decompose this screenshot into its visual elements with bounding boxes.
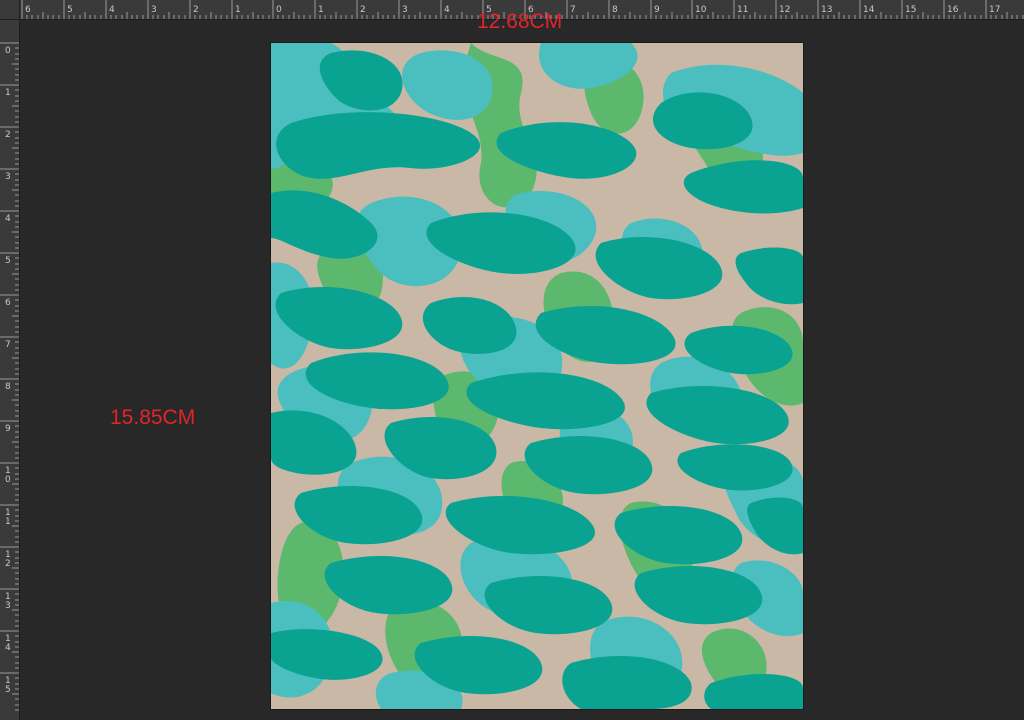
height-dimension-label: 15.85CM: [110, 406, 196, 429]
photoshop-workspace: 6 5 4 3 2 1 0 1 2 3 4 5 6 7 8 9 10 11 12 13 14 15 16 17 0123456…: [0, 0, 1024, 720]
ruler-label: 4: [5, 643, 11, 653]
ruler-label: 1: [318, 5, 324, 15]
ruler-label: 12: [779, 5, 790, 15]
ruler-label: 2: [193, 5, 199, 15]
ruler-label: 6: [5, 298, 11, 308]
ruler-label: 16: [947, 5, 959, 15]
ruler-label: 0: [5, 475, 11, 485]
ruler-label: 5: [67, 5, 73, 15]
ruler-label: 4: [5, 214, 11, 224]
vertical-ruler[interactable]: 0123456789101112131415: [0, 20, 20, 720]
ruler-label: 7: [570, 5, 576, 15]
ruler-label: 0: [5, 46, 11, 56]
vertical-ruler-scale: 0123456789101112131415: [0, 42, 19, 711]
ruler-label: 5: [5, 256, 11, 266]
ruler-label: 5: [5, 685, 11, 695]
camouflage-pattern: [271, 43, 803, 709]
ruler-label: 3: [5, 172, 11, 182]
ruler-label: 9: [654, 5, 660, 15]
ruler-label: 7: [5, 340, 11, 350]
ruler-label: 2: [360, 5, 366, 15]
ruler-label: 14: [863, 5, 875, 15]
ruler-label: 10: [695, 5, 707, 15]
ruler-label: 4: [444, 5, 450, 15]
ruler-label: 13: [821, 5, 832, 15]
ruler-label: 2: [5, 559, 11, 569]
ruler-label: 8: [612, 5, 618, 15]
ruler-label: 3: [5, 601, 11, 611]
ruler-label: 1: [5, 88, 11, 98]
ruler-label: 0: [276, 5, 282, 15]
ruler-label: 4: [109, 5, 115, 15]
ruler-label: 8: [5, 382, 11, 392]
ruler-label: 11: [737, 5, 748, 15]
ruler-label: 6: [25, 5, 31, 15]
ruler-label: 2: [5, 130, 11, 140]
ruler-label: 3: [402, 5, 408, 15]
ruler-label: 1: [235, 5, 241, 15]
ruler-label: 1: [5, 517, 11, 527]
ruler-label: 9: [5, 424, 11, 434]
ruler-label: 17: [989, 5, 1000, 15]
document-canvas[interactable]: [271, 43, 803, 709]
ruler-label: 15: [905, 5, 916, 15]
ruler-label: 3: [151, 5, 157, 15]
ruler-corner[interactable]: [0, 0, 20, 20]
width-dimension-label: 12.68CM: [477, 10, 563, 33]
